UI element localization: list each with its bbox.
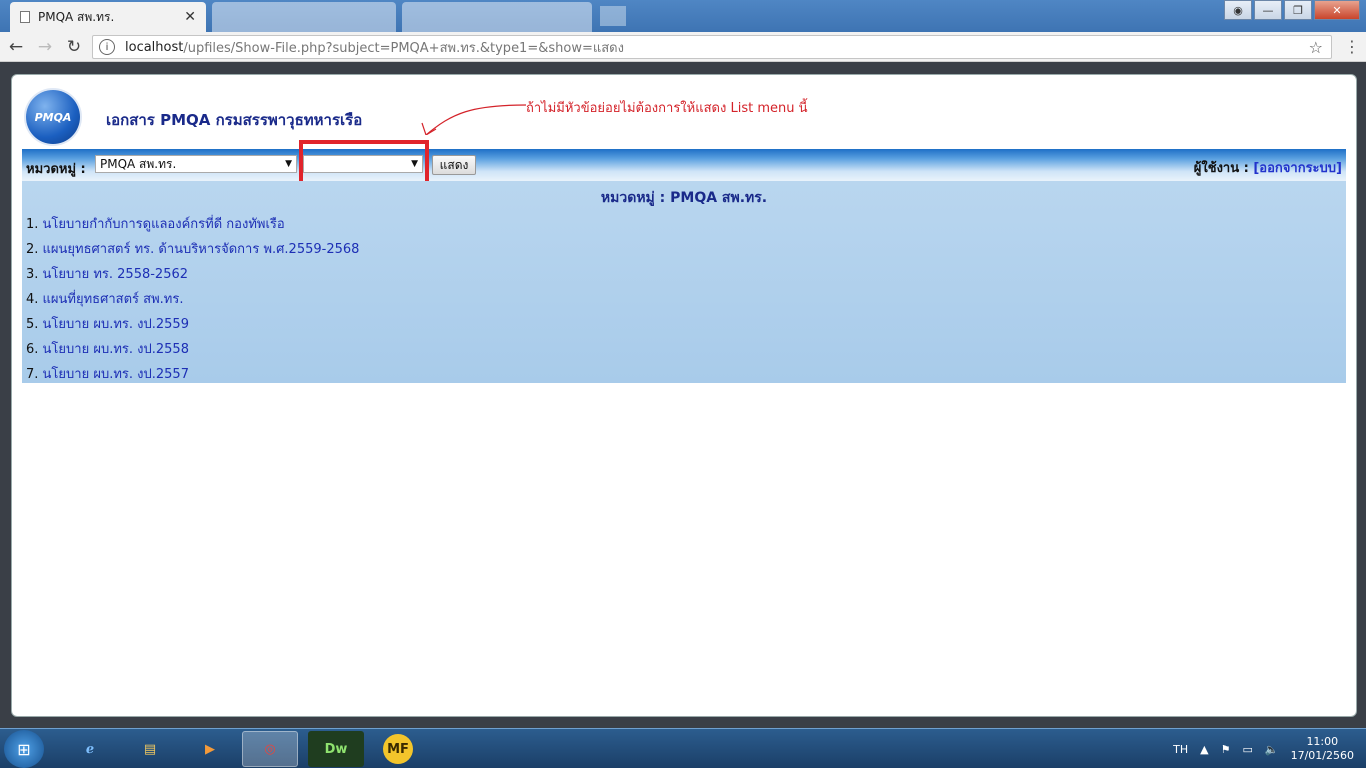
tab-background-1[interactable] <box>212 2 396 32</box>
start-button[interactable]: ⊞ <box>4 730 44 768</box>
document-link[interactable]: นโยบาย ผบ.ทร. งป.2559 <box>43 317 189 332</box>
category-select[interactable]: PMQA สพ.ทร. ▼ <box>95 155 297 173</box>
tab-close-icon[interactable]: ✕ <box>184 9 196 25</box>
list-item: 1. นโยบายกำกับการดูแลองค์กรที่ดี กองทัพเ… <box>26 213 359 238</box>
clock-date: 17/01/2560 <box>1290 749 1354 762</box>
pmqa-logo: PMQA <box>26 90 80 144</box>
item-number: 3. <box>26 267 39 282</box>
browser-titlebar: PMQA สพ.ทร. ✕ ◉ — ❐ ✕ <box>0 0 1366 32</box>
browser-toolbar: ← → ↻ i localhost /upfiles/Show-File.php… <box>0 32 1366 62</box>
show-button[interactable]: แสดง <box>432 155 476 175</box>
close-window-icon[interactable]: ✕ <box>1314 0 1360 20</box>
url-path: /upfiles/Show-File.php?subject=PMQA+สพ.ท… <box>183 40 624 56</box>
flag-icon[interactable]: ⚑ <box>1221 743 1231 756</box>
document-link[interactable]: แผนยุทธศาสตร์ ทร. ด้านบริหารจัดการ พ.ศ.2… <box>43 242 360 257</box>
bookmark-star-icon[interactable]: ☆ <box>1309 38 1323 57</box>
web-page: PMQA เอกสาร PMQA กรมสรรพาวุธทหารเรือ ถ้า… <box>11 74 1357 717</box>
list-item: 6. นโยบาย ผบ.ทร. งป.2558 <box>26 338 359 363</box>
forward-icon[interactable]: → <box>32 34 58 60</box>
list-item: 2. แผนยุทธศาสตร์ ทร. ด้านบริหารจัดการ พ.… <box>26 238 359 263</box>
item-number: 7. <box>26 367 39 382</box>
volume-icon[interactable]: 🔈 <box>1265 743 1279 756</box>
annotation-arrow <box>421 104 527 135</box>
browser-menu-icon[interactable]: ⋮ <box>1344 37 1360 56</box>
item-number: 5. <box>26 317 39 332</box>
tray-expand-icon[interactable]: ▲ <box>1200 743 1208 756</box>
item-number: 6. <box>26 342 39 357</box>
item-number: 4. <box>26 292 39 307</box>
list-item: 7. นโยบาย ผบ.ทร. งป.2557 <box>26 363 359 388</box>
network-icon[interactable]: ▭ <box>1242 743 1252 756</box>
item-number: 2. <box>26 242 39 257</box>
user-icon[interactable]: ◉ <box>1224 0 1252 20</box>
chrome-icon[interactable]: ◎ <box>242 731 298 767</box>
tab-pmqa[interactable]: PMQA สพ.ทร. ✕ <box>10 2 206 32</box>
minimize-icon[interactable]: — <box>1254 0 1282 20</box>
annotation-note: ถ้าไม่มีหัวข้อย่อยไม่ต้องการให้แสดง List… <box>526 101 808 116</box>
media-player-icon[interactable]: ▶ <box>182 731 238 767</box>
explorer-icon[interactable]: ▤ <box>122 731 178 767</box>
logout-link[interactable]: [ออกจากระบบ] <box>1253 161 1342 176</box>
back-icon[interactable]: ← <box>3 34 29 60</box>
category-bar: หมวดหมู่ : PMQA สพ.ทร. ▼ ▼ แสดง ผู้ใช้งา… <box>22 149 1346 181</box>
windows-taskbar: ⊞ ℯ ▤ ▶ ◎ Dw MF TH ▲ ⚑ ▭ 🔈 11:00 17/01/2… <box>0 728 1366 768</box>
document-link[interactable]: นโยบาย ผบ.ทร. งป.2558 <box>43 342 189 357</box>
url-host: localhost <box>125 39 184 55</box>
tab-title: PMQA สพ.ทร. <box>38 9 115 24</box>
info-icon[interactable]: i <box>99 39 115 55</box>
page-icon <box>20 11 30 23</box>
list-item: 4. แผนที่ยุทธศาสตร์ สพ.ทร. <box>26 288 359 313</box>
document-link[interactable]: นโยบายกำกับการดูแลองค์กรที่ดี กองทัพเรือ <box>43 217 285 232</box>
document-panel: หมวดหมู่ : PMQA สพ.ทร. 1. นโยบายกำกับการ… <box>22 181 1346 383</box>
site-title: เอกสาร PMQA กรมสรรพาวุธทหารเรือ <box>106 111 363 129</box>
list-item: 5. นโยบาย ผบ.ทร. งป.2559 <box>26 313 359 338</box>
document-list: 1. นโยบายกำกับการดูแลองค์กรที่ดี กองทัพเ… <box>26 213 359 388</box>
document-link[interactable]: แผนที่ยุทธศาสตร์ สพ.ทร. <box>43 292 184 307</box>
maximize-icon[interactable]: ❐ <box>1284 0 1312 20</box>
language-indicator[interactable]: TH <box>1173 743 1188 756</box>
browser-viewport: PMQA เอกสาร PMQA กรมสรรพาวุธทหารเรือ ถ้า… <box>0 63 1366 730</box>
dreamweaver-icon[interactable]: Dw <box>308 731 364 767</box>
mf-label: MF <box>383 734 413 764</box>
user-label: ผู้ใช้งาน : <box>1193 161 1249 176</box>
clock-time: 11:00 <box>1306 735 1339 748</box>
list-item: 3. นโยบาย ทร. 2558-2562 <box>26 263 359 288</box>
category-label: หมวดหมู่ : <box>26 162 86 177</box>
new-tab-button[interactable] <box>600 6 626 26</box>
system-tray: TH ▲ ⚑ ▭ 🔈 11:00 17/01/2560 <box>1173 735 1354 763</box>
user-area: ผู้ใช้งาน : [ออกจากระบบ] <box>1194 157 1342 178</box>
reload-icon[interactable]: ↻ <box>61 34 87 60</box>
item-number: 1. <box>26 217 39 232</box>
tab-background-2[interactable] <box>402 2 592 32</box>
category-selected-value: PMQA สพ.ทร. <box>100 157 177 171</box>
document-link[interactable]: นโยบาย ทร. 2558-2562 <box>43 267 188 282</box>
dropdown-arrow-icon: ▼ <box>285 159 292 169</box>
ie-icon[interactable]: ℯ <box>62 731 118 767</box>
mf-icon[interactable]: MF <box>370 731 426 767</box>
clock[interactable]: 11:00 17/01/2560 <box>1291 735 1354 763</box>
address-bar[interactable]: i localhost /upfiles/Show-File.php?subje… <box>92 35 1332 59</box>
window-controls: ◉ — ❐ ✕ <box>1224 0 1360 20</box>
document-link[interactable]: นโยบาย ผบ.ทร. งป.2557 <box>43 367 189 382</box>
content-title: หมวดหมู่ : PMQA สพ.ทร. <box>600 190 768 206</box>
